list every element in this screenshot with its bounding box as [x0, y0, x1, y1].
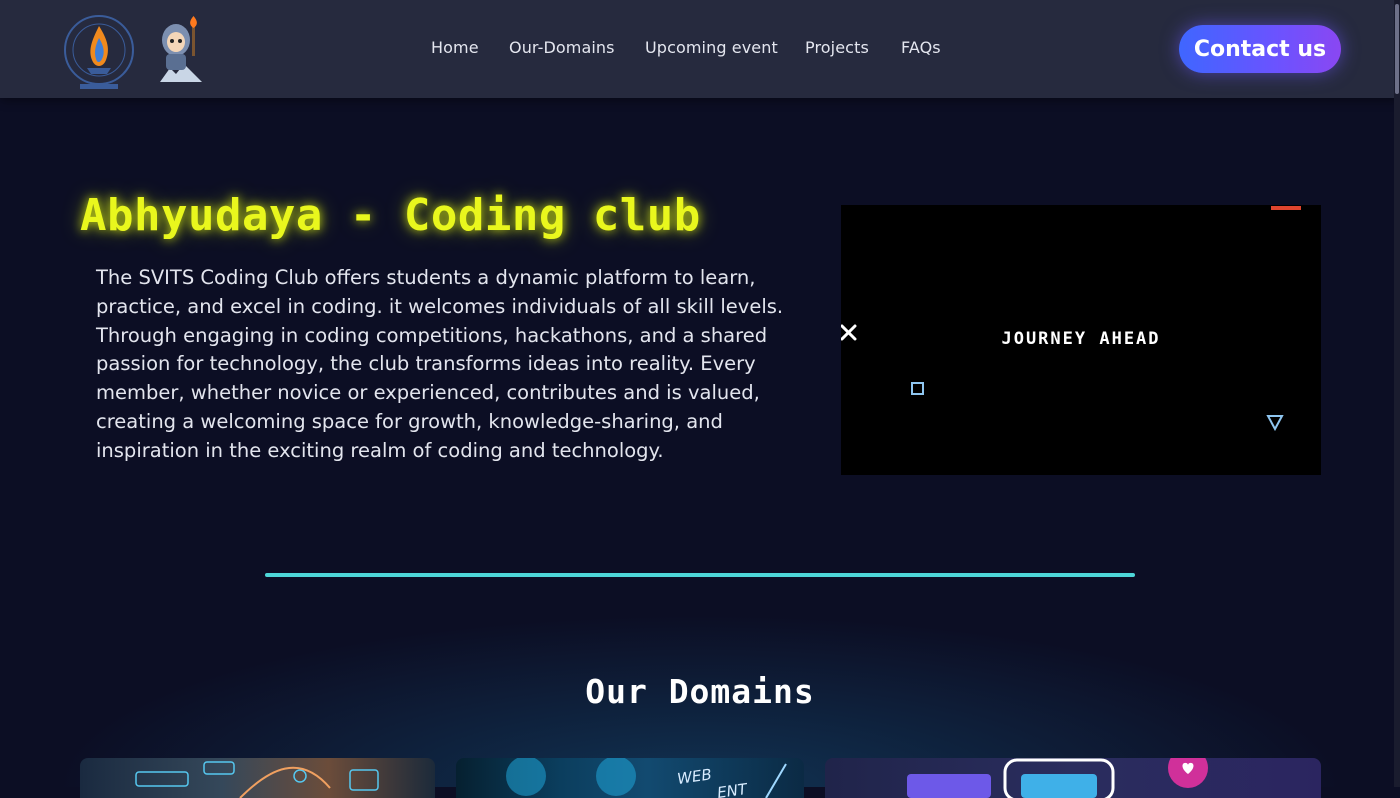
svg-text:ENT: ENT — [716, 780, 750, 798]
video-decorations — [841, 206, 1301, 432]
nav-projects[interactable]: Projects — [805, 38, 869, 57]
nav-home[interactable]: Home — [431, 38, 479, 57]
app-card-image — [907, 758, 1208, 798]
red-bar-shape — [1271, 206, 1301, 210]
square-shape-icon — [911, 382, 924, 395]
section-divider — [265, 573, 1135, 577]
domains-title: Our Domains — [585, 672, 815, 711]
scrollbar-thumb[interactable] — [1395, 4, 1399, 94]
web-card-image: WEB ENT — [506, 758, 787, 798]
navbar: Home Our-Domains Upcoming event Projects… — [0, 0, 1400, 98]
domain-card-app-development[interactable] — [825, 758, 1321, 798]
nav-faqs[interactable]: FAQs — [901, 38, 941, 57]
hero-description: The SVITS Coding Club offers students a … — [96, 266, 784, 462]
hero-title: Abhyudaya - Coding club — [80, 190, 701, 241]
domain-card-ai[interactable] — [80, 758, 435, 798]
ai-card-image — [135, 761, 379, 798]
intro-video[interactable]: JOURNEY AHEAD — [841, 205, 1321, 475]
nav-upcoming-event[interactable]: Upcoming event — [645, 38, 778, 57]
nav-our-domains[interactable]: Our-Domains — [509, 38, 615, 57]
cross-shape-icon — [841, 324, 857, 341]
triangle-shape-icon — [1266, 415, 1284, 432]
domain-card-web-development[interactable]: WEB ENT — [456, 758, 804, 798]
contact-us-button[interactable]: Contact us — [1179, 25, 1341, 73]
svg-text:WEB: WEB — [676, 765, 713, 788]
